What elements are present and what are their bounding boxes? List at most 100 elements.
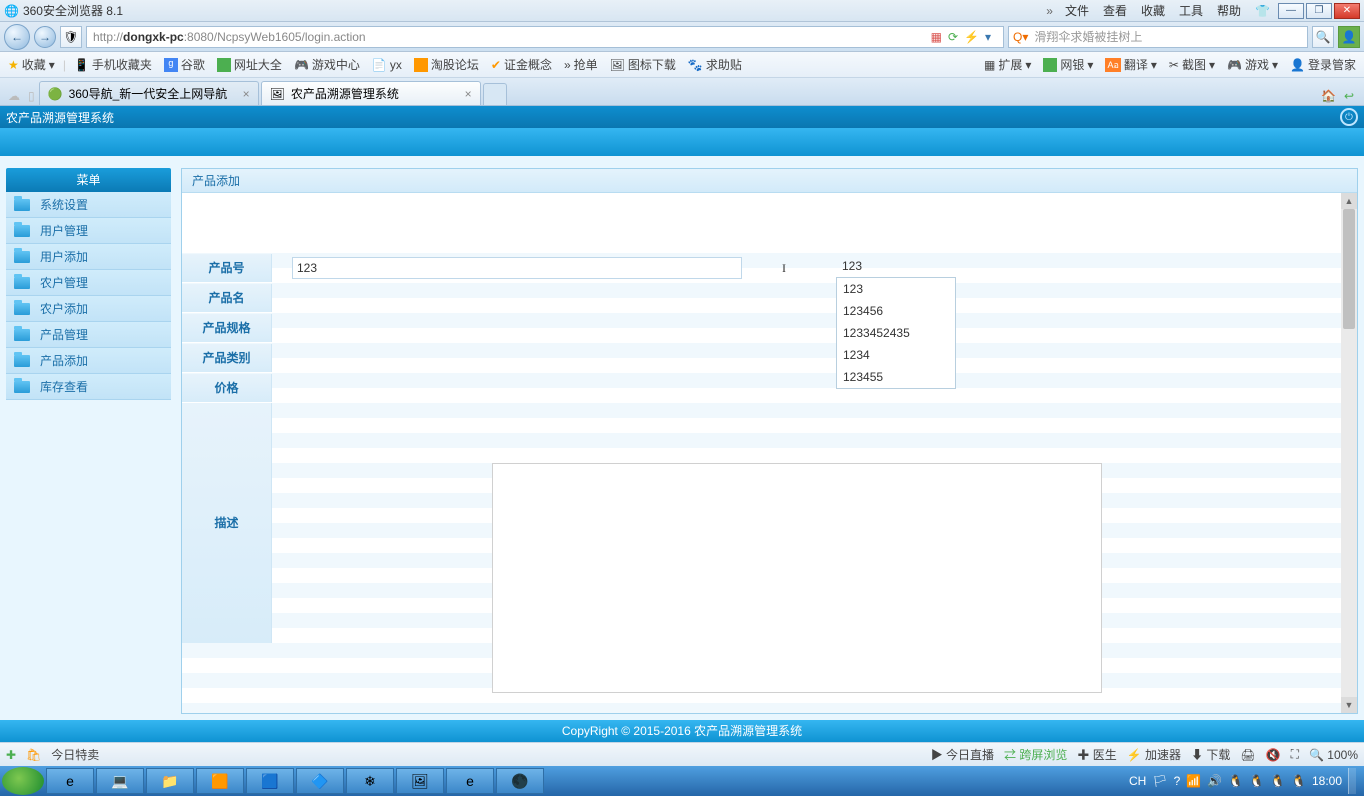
sidebar-item-prodadd[interactable]: 产品添加 — [6, 348, 171, 374]
product-name-input[interactable] — [292, 287, 862, 309]
spec-input[interactable] — [292, 317, 862, 339]
new-tab-button[interactable] — [483, 83, 507, 105]
search-engine-icon[interactable]: Q▾ — [1013, 30, 1028, 44]
status-plus-icon[interactable]: ✚ — [6, 748, 16, 762]
menu-tools[interactable]: 工具 — [1173, 0, 1209, 21]
tray-vol-icon[interactable]: 🔊 — [1207, 774, 1222, 788]
logout-icon[interactable]: ⏻ — [1340, 108, 1358, 126]
tray-qq1-icon[interactable]: 🐧 — [1228, 774, 1243, 788]
bookmark-games[interactable]: 🎮游戏中心 — [290, 54, 364, 75]
avatar-icon[interactable]: 👤 — [1338, 26, 1360, 48]
task-app2[interactable]: 🟦 — [246, 768, 294, 794]
menu-help[interactable]: 帮助 — [1211, 0, 1247, 21]
status-mute-icon[interactable]: 🔇 — [1266, 748, 1281, 762]
task-app4[interactable]: ❄ — [346, 768, 394, 794]
scroll-down-icon[interactable]: ▼ — [1341, 697, 1357, 713]
status-doctor[interactable]: ✚ 医生 — [1077, 746, 1116, 763]
menu-fav[interactable]: 收藏 — [1135, 0, 1171, 21]
status-print-icon[interactable]: 🖨 — [1240, 748, 1255, 762]
bank-button[interactable]: 网银 ▾ — [1039, 54, 1097, 75]
tab-close-icon[interactable]: × — [243, 87, 250, 101]
status-download[interactable]: ⬇ 下载 — [1191, 746, 1230, 763]
task-app3[interactable]: 🔷 — [296, 768, 344, 794]
scroll-up-icon[interactable]: ▲ — [1341, 193, 1357, 209]
task-app1[interactable]: 🟧 — [196, 768, 244, 794]
vertical-scrollbar[interactable]: ▲ ▼ — [1341, 193, 1357, 713]
menu-expand-icon[interactable]: » — [1046, 4, 1053, 18]
menu-file[interactable]: 文件 — [1059, 0, 1095, 21]
status-sale-label[interactable]: 今日特卖 — [51, 746, 99, 763]
bookmark-zjgn[interactable]: ✔证金概念 — [487, 54, 556, 75]
sidebar-item-farmermgr[interactable]: 农户管理 — [6, 270, 171, 296]
suggest-item[interactable]: 1233452435 — [837, 322, 955, 344]
login-mgr-button[interactable]: 👤登录管家 — [1286, 54, 1360, 75]
suggest-item[interactable]: 1234 — [837, 344, 955, 366]
maximize-button[interactable]: ❐ — [1306, 3, 1332, 19]
suggest-item[interactable]: 123 — [837, 278, 955, 300]
start-button[interactable] — [2, 767, 44, 795]
back-button[interactable]: ← — [4, 24, 30, 50]
sidebar-item-sys[interactable]: 系统设置 — [6, 192, 171, 218]
bookmark-help[interactable]: 🐾求助贴 — [684, 54, 746, 75]
task-explorer[interactable]: 📁 — [146, 768, 194, 794]
url-dropdown-icon[interactable]: ▾ — [985, 30, 991, 44]
tray-qq4-icon[interactable]: 🐧 — [1291, 774, 1306, 788]
price-input[interactable] — [292, 377, 862, 399]
tab-360nav[interactable]: 🟢 360导航_新一代安全上网导航 × — [39, 81, 259, 105]
tray-qq2-icon[interactable]: 🐧 — [1249, 774, 1264, 788]
menu-view[interactable]: 查看 — [1097, 0, 1133, 21]
desc-textarea[interactable] — [492, 463, 1102, 693]
tab-close-icon[interactable]: × — [465, 87, 472, 101]
status-sale-icon[interactable]: 🛍 — [26, 748, 41, 762]
tray-help-icon[interactable]: ? — [1174, 774, 1181, 788]
task-ie[interactable]: e — [46, 768, 94, 794]
url-input[interactable]: http://dongxk-pc:8080/NcpsyWeb1605/login… — [86, 26, 1004, 48]
forward-button[interactable]: → — [34, 26, 56, 48]
task-eclipse[interactable]: 🌑 — [496, 768, 544, 794]
refresh-icon[interactable]: ⟳ — [948, 30, 958, 44]
show-desktop-button[interactable] — [1348, 768, 1356, 794]
sidebar-item-stock[interactable]: 库存查看 — [6, 374, 171, 400]
skin-icon[interactable]: 👕 — [1249, 2, 1276, 20]
scroll-thumb[interactable] — [1343, 209, 1355, 329]
sidebar-item-usermgr[interactable]: 用户管理 — [6, 218, 171, 244]
ext-button[interactable]: ▦扩展 ▾ — [980, 54, 1035, 75]
search-button[interactable]: 🔍 — [1312, 26, 1334, 48]
bookmark-google[interactable]: g谷歌 — [160, 54, 209, 75]
task-computer[interactable]: 💻 — [96, 768, 144, 794]
page-icon[interactable]: ▯ — [24, 87, 39, 105]
cloud-icon[interactable]: ☁ — [4, 87, 24, 105]
suggest-item[interactable]: 123456 — [837, 300, 955, 322]
status-accel[interactable]: ⚡ 加速器 — [1127, 746, 1181, 763]
status-live[interactable]: ▶ 今日直播 — [931, 746, 994, 763]
task-pic[interactable]: 🖼 — [396, 768, 444, 794]
bookmark-taogu[interactable]: 淘股论坛 — [410, 54, 483, 75]
undo-close-icon[interactable]: ↩ — [1344, 89, 1354, 103]
shield-icon[interactable]: 🛡 — [60, 26, 82, 48]
status-fullscreen-icon[interactable]: ⛶ — [1291, 747, 1299, 762]
flash-icon[interactable]: ⚡ — [964, 30, 979, 44]
games-button[interactable]: 🎮游戏 ▾ — [1223, 54, 1282, 75]
category-input[interactable] — [292, 347, 862, 369]
translate-button[interactable]: Aอ翻译 ▾ — [1101, 54, 1160, 75]
suggest-item[interactable]: 123455 — [837, 366, 955, 388]
sidebar-item-prodmgr[interactable]: 产品管理 — [6, 322, 171, 348]
tray-qq3-icon[interactable]: 🐧 — [1270, 774, 1285, 788]
bookmark-yx[interactable]: 📄yx — [368, 56, 406, 74]
home-icon[interactable]: 🏠 — [1321, 89, 1336, 103]
compat-icon[interactable]: ▦ — [931, 30, 942, 44]
search-input[interactable]: Q▾ 滑翔伞求婚被挂树上 — [1008, 26, 1308, 48]
product-no-input[interactable] — [292, 257, 742, 279]
screenshot-button[interactable]: ✂截图 ▾ — [1165, 54, 1219, 75]
sidebar-item-useradd[interactable]: 用户添加 — [6, 244, 171, 270]
tray-flag-icon[interactable]: 🏳 — [1152, 774, 1167, 788]
tray-net-icon[interactable]: 📶 — [1186, 774, 1201, 788]
task-360[interactable]: e — [446, 768, 494, 794]
status-cross[interactable]: ⇄ 跨屏浏览 — [1004, 746, 1067, 763]
bookmark-qd[interactable]: »抢单 — [560, 54, 602, 75]
close-button[interactable]: ✕ — [1334, 3, 1360, 19]
tab-app[interactable]: 🖼 农产品溯源管理系统 × — [261, 81, 481, 105]
favorites-button[interactable]: ★收藏 ▾ — [4, 54, 59, 75]
sidebar-item-farmeradd[interactable]: 农户添加 — [6, 296, 171, 322]
tray-clock[interactable]: 18:00 — [1312, 774, 1342, 788]
